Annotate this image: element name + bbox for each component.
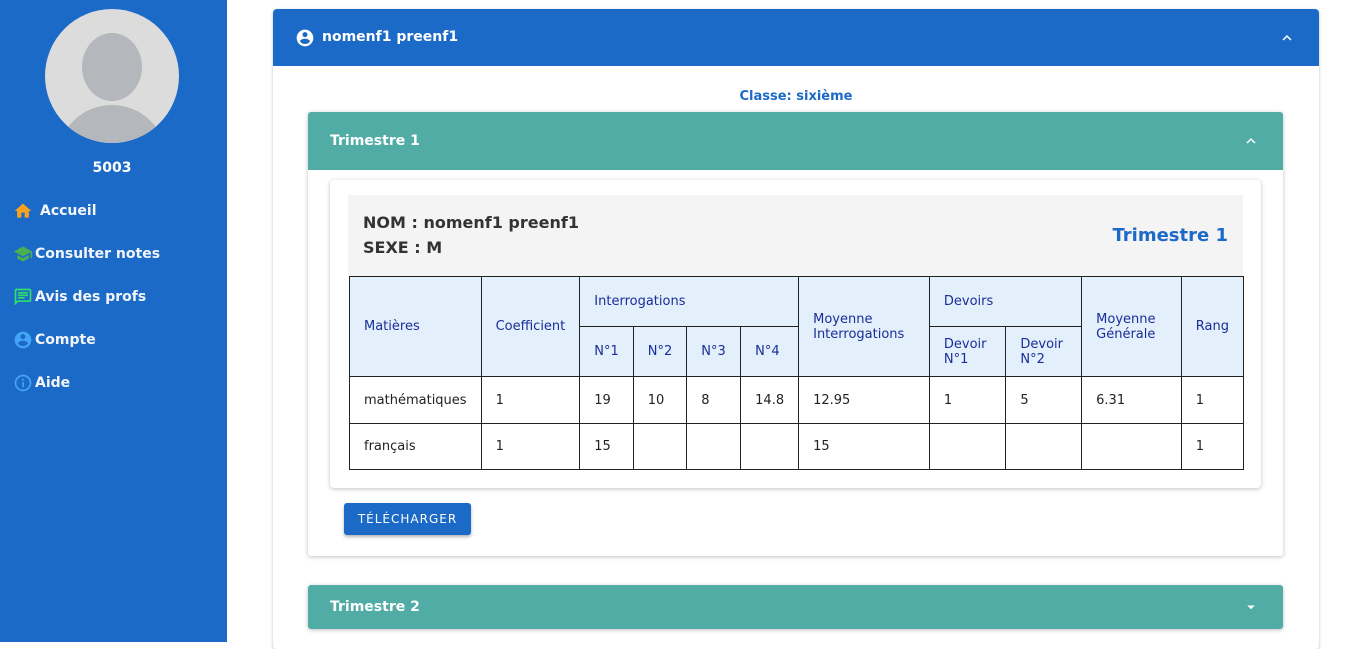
bulletin-card: NOM : nomenf1 preenf1 SEXE : M Trimestre…	[330, 180, 1261, 488]
classe-label: Classe: sixième	[739, 89, 853, 104]
cell-devoir2: 5	[1005, 376, 1083, 424]
student-name: nomenf1 preenf1	[322, 29, 459, 45]
cell-devoir1	[928, 423, 1007, 470]
trimestre2-panel: Trimestre 2	[308, 585, 1283, 629]
avatar	[45, 9, 179, 143]
graduation-cap-icon	[13, 246, 33, 262]
student-accordion-header[interactable]: nomenf1 preenf1	[273, 9, 1319, 66]
col-header-devoirs: Devoirs	[928, 276, 1083, 327]
cell-n3	[686, 423, 742, 470]
col-header-n3: N°3	[686, 326, 742, 377]
sidebar: 5003 Accueil Consulter notes Avis des pr…	[0, 0, 227, 642]
avatar-head	[82, 33, 142, 101]
nav-item-label: Avis des profs	[35, 289, 147, 305]
col-header-matieres: Matières	[349, 276, 482, 377]
nav-item-label: Aide	[35, 375, 71, 391]
col-header-devoir1: Devoir N°1	[928, 326, 1007, 377]
student-nom: NOM : nomenf1 preenf1	[363, 213, 579, 232]
cell-moyenne-generale	[1081, 423, 1182, 470]
cell-rang: 1	[1180, 423, 1245, 470]
table-header-row: Matières Coefficient Interrogations Moye…	[349, 276, 1245, 377]
col-header-n2: N°2	[632, 326, 688, 377]
nav-item-accueil[interactable]: Accueil	[13, 201, 97, 221]
nav-item-consulter-notes[interactable]: Consulter notes	[13, 244, 160, 264]
account-circle-icon	[14, 331, 32, 349]
nav-item-label: Consulter notes	[35, 246, 161, 262]
cell-n1: 15	[579, 423, 634, 470]
col-header-devoir2: Devoir N°2	[1005, 326, 1083, 377]
chevron-up-icon[interactable]	[1242, 132, 1260, 150]
trimestre1-label: Trimestre 1	[330, 133, 420, 149]
cell-matiere: mathématiques	[349, 376, 482, 424]
nav-item-compte[interactable]: Compte	[13, 330, 96, 350]
avatar-body	[57, 105, 167, 143]
cell-n2	[632, 423, 688, 470]
grades-table: Matières Coefficient Interrogations Moye…	[349, 276, 1245, 470]
cell-moyenne-interrogations: 12.95	[798, 376, 930, 424]
nav-item-avis-des-profs[interactable]: Avis des profs	[13, 287, 146, 307]
cell-devoir1: 1	[928, 376, 1007, 424]
account-circle-icon	[296, 29, 314, 47]
student-info: NOM : nomenf1 preenf1 SEXE : M Trimestre…	[348, 195, 1243, 276]
table-row: mathématiques 1 19 10 8 14.8 12.95 1 5 6…	[349, 376, 1245, 424]
trimestre-title: Trimestre 1	[1112, 225, 1228, 246]
cell-n3: 8	[686, 376, 742, 424]
trimestre1-header[interactable]: Trimestre 1	[308, 112, 1283, 170]
cell-n1: 19	[579, 376, 634, 424]
trimestre1-panel: Trimestre 1 NOM : nomenf1 preenf1 SEXE :…	[308, 112, 1283, 556]
trimestre2-label: Trimestre 2	[330, 599, 420, 615]
info-icon	[14, 374, 32, 392]
download-button[interactable]: TÉLÉCHARGER	[344, 503, 471, 535]
user-id: 5003	[92, 160, 132, 176]
cell-n4: 14.8	[740, 376, 800, 424]
col-header-moyenne-generale: Moyenne Générale	[1081, 276, 1182, 377]
student-sexe: SEXE : M	[363, 238, 443, 257]
cell-rang: 1	[1180, 376, 1245, 424]
nav-item-label: Accueil	[40, 203, 97, 219]
col-header-moyenne-interrogations: Moyenne Interrogations	[798, 276, 930, 377]
cell-moyenne-generale: 6.31	[1081, 376, 1182, 424]
nav-item-label: Compte	[35, 332, 96, 348]
col-header-n4: N°4	[740, 326, 800, 377]
cell-coefficient: 1	[480, 423, 581, 470]
cell-coefficient: 1	[480, 376, 581, 424]
cell-devoir2	[1005, 423, 1083, 470]
trimestre2-header[interactable]: Trimestre 2	[308, 585, 1283, 629]
col-header-n1: N°1	[579, 326, 634, 377]
col-header-coefficient: Coefficient	[480, 276, 581, 377]
student-accordion: nomenf1 preenf1 Classe: sixième Trimestr…	[273, 9, 1319, 649]
col-header-interrogations: Interrogations	[579, 276, 800, 327]
col-header-rang: Rang	[1180, 276, 1245, 377]
chevron-up-icon[interactable]	[1278, 29, 1296, 47]
cell-n2: 10	[632, 376, 688, 424]
comment-icon	[14, 288, 32, 306]
cell-moyenne-interrogations: 15	[798, 423, 930, 470]
chevron-down-icon[interactable]	[1242, 598, 1260, 616]
table-row: français 1 15 15 1	[349, 423, 1245, 470]
cell-n4	[740, 423, 800, 470]
cell-matiere: français	[349, 423, 482, 470]
nav-item-aide[interactable]: Aide	[13, 373, 70, 393]
home-icon	[14, 203, 32, 218]
